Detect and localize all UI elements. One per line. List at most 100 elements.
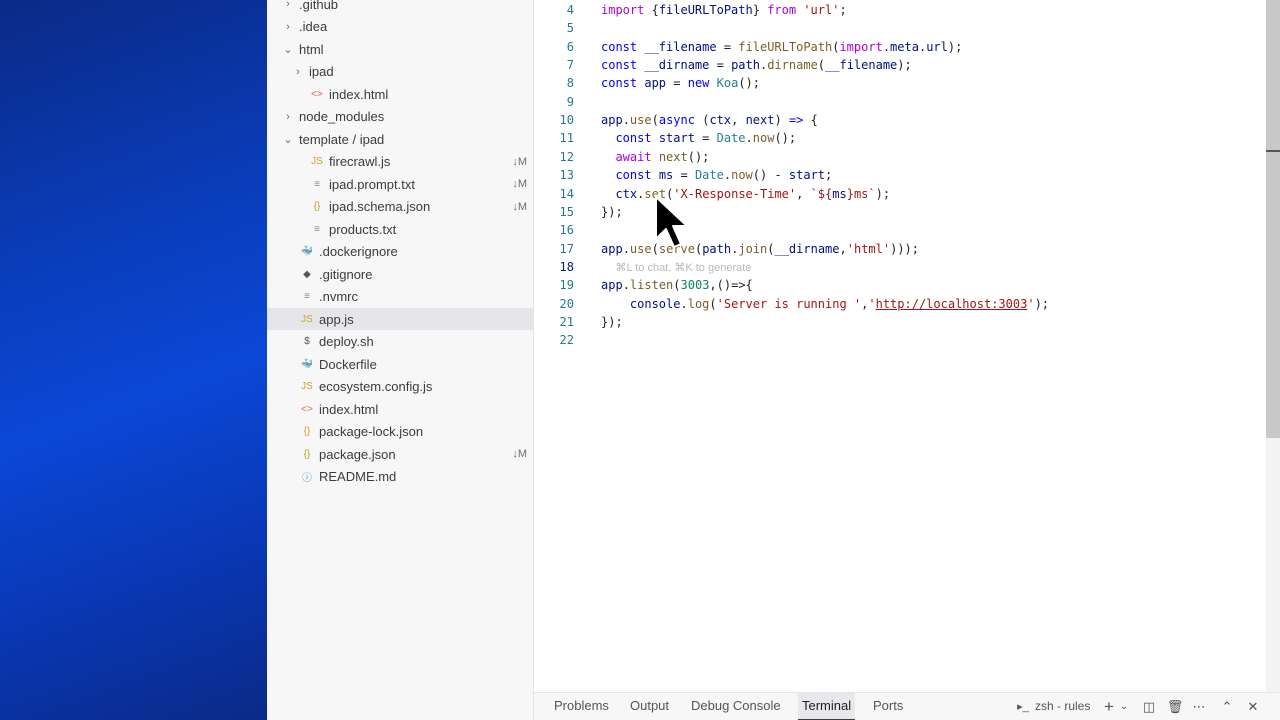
split-terminal-icon[interactable]: ◫ xyxy=(1140,693,1158,720)
close-panel-icon[interactable]: ✕ xyxy=(1244,693,1262,720)
code-token: async xyxy=(658,113,703,128)
line-number: 16 xyxy=(559,223,574,238)
tree-item[interactable]: JS app.js xyxy=(267,308,533,330)
tree-item[interactable]: ≡ ipad.prompt.txt ↓M xyxy=(267,173,533,195)
code-line[interactable]: 19 app.listen(3003,()=>{ xyxy=(534,276,1266,294)
url-link[interactable]: http://localhost:3003 xyxy=(876,297,1028,311)
html-file-icon: <> xyxy=(311,88,323,100)
code-line[interactable]: 10 app.use(async (ctx, next) => { xyxy=(534,111,1266,129)
code-line[interactable]: 18 ⌘L to chat, ⌘K to generate xyxy=(534,258,1266,276)
code-line[interactable]: 8 const app = new Koa(); xyxy=(534,74,1266,92)
code-token: ( xyxy=(651,113,659,128)
tree-item[interactable]: JS firecrawl.js ↓M xyxy=(267,151,533,173)
code-line[interactable]: 12 await next(); xyxy=(534,148,1266,166)
code-token: . xyxy=(622,113,630,128)
code-line[interactable]: 20 console.log('Server is running ','htt… xyxy=(534,295,1266,313)
chevron-right-icon[interactable]: › xyxy=(283,21,293,33)
javascript-file-icon: JS xyxy=(301,313,313,325)
code-line[interactable]: 4 import {fileURLToPath} from 'url'; xyxy=(534,1,1266,19)
tree-item[interactable]: <> index.html xyxy=(267,398,533,420)
code-line[interactable]: 22 xyxy=(534,331,1266,349)
code-line[interactable]: 16 xyxy=(534,221,1266,239)
code-token: __dirname xyxy=(644,58,710,73)
chevron-down-icon[interactable]: ⌄ xyxy=(283,133,293,146)
chevron-down-icon[interactable]: ⌄ xyxy=(1118,693,1130,720)
code-line[interactable]: 6 const __filename = fileURLToPath(import… xyxy=(534,38,1266,56)
code-text: const __filename = fileURLToPath(import.… xyxy=(601,40,962,54)
code-token: app xyxy=(601,113,623,128)
line-number: 9 xyxy=(566,94,574,109)
code-line[interactable]: 7 const __dirname = path.dirname(__filena… xyxy=(534,56,1266,74)
tab-debug-console[interactable]: Debug Console xyxy=(687,693,785,720)
code-text: ⌘L to chat, ⌘K to generate xyxy=(601,260,751,274)
code-token: __filename xyxy=(825,58,898,73)
tree-item[interactable]: ≡ .nvmrc xyxy=(267,286,533,308)
code-token: }); xyxy=(601,314,623,329)
chevron-down-icon[interactable]: ⌄ xyxy=(283,43,293,56)
tab-output[interactable]: Output xyxy=(626,693,673,720)
maximize-panel-chevron-up-icon[interactable]: ⌃ xyxy=(1218,693,1236,720)
code-token: now xyxy=(752,131,775,146)
line-number: 21 xyxy=(559,314,574,329)
code-text: const ms = Date.now() - start; xyxy=(601,168,832,182)
tree-item[interactable]: {} ipad.schema.json ↓M xyxy=(267,196,533,218)
code-token: import xyxy=(601,3,652,17)
line-number: 10 xyxy=(559,113,574,128)
git-status-badge: ↓M xyxy=(512,448,527,460)
code-token: ( xyxy=(709,296,717,311)
code-token: path xyxy=(731,58,760,73)
code-text: const __dirname = path.dirname(__filenam… xyxy=(601,58,912,72)
terminal-icon: ▸_ xyxy=(1017,701,1029,713)
docker-icon: 🐳 xyxy=(300,358,314,370)
tree-item[interactable]: ⌄ template / ipad xyxy=(267,128,533,150)
tab-terminal[interactable]: Terminal xyxy=(798,693,856,720)
code-line[interactable]: 5 xyxy=(534,19,1266,37)
more-actions-icon[interactable]: ⋯ xyxy=(1190,693,1208,720)
tree-item[interactable]: › .idea xyxy=(267,16,533,38)
code-token: Koa xyxy=(716,76,739,91)
code-line[interactable]: 15}); xyxy=(534,203,1266,221)
tree-item[interactable]: ≡ products.txt xyxy=(267,218,533,240)
line-number: 11 xyxy=(559,131,574,146)
terminal-selector[interactable]: zsh - rules xyxy=(1031,693,1094,720)
code-line[interactable]: 13 const ms = Date.now() - start; xyxy=(534,166,1266,184)
tree-item[interactable]: $ deploy.sh xyxy=(267,331,533,353)
tree-item[interactable]: JS ecosystem.config.js xyxy=(267,376,533,398)
tree-item[interactable]: ◆ .gitignore xyxy=(267,263,533,285)
editor-scrollbar-thumb[interactable] xyxy=(1266,0,1280,438)
tree-item[interactable]: › node_modules xyxy=(267,106,533,128)
code-editor[interactable]: 4 import {fileURLToPath} from 'url'; 5 6 con… xyxy=(534,0,1266,692)
tab-problems[interactable]: Problems xyxy=(550,693,613,720)
code-line[interactable]: 9 xyxy=(534,93,1266,111)
tree-item[interactable]: 🐳 Dockerfile xyxy=(267,353,533,375)
code-token: const xyxy=(615,131,659,146)
tree-item[interactable]: {} package.json ↓M xyxy=(267,443,533,465)
code-line[interactable]: 17 app.use(serve(path.join(__dirname,'htm… xyxy=(534,240,1266,258)
tab-ports[interactable]: Ports xyxy=(869,693,907,720)
tree-item-label: package-lock.json xyxy=(319,424,424,439)
tree-item-label: ipad xyxy=(309,64,334,79)
chevron-right-icon[interactable]: › xyxy=(283,111,293,123)
new-terminal-plus-icon[interactable]: + xyxy=(1100,693,1118,720)
code-text: console.log('Server is running ','http:/… xyxy=(601,297,1049,311)
git-status-badge: ↓M xyxy=(512,155,527,168)
chevron-right-icon[interactable]: › xyxy=(293,66,303,78)
code-token: = xyxy=(666,76,688,91)
tree-item[interactable]: › ipad xyxy=(267,61,533,83)
trash-icon[interactable]: 🗑 xyxy=(1166,693,1184,720)
code-token: new xyxy=(687,76,717,91)
tree-item[interactable]: ⓘ README.md xyxy=(267,466,533,488)
code-line[interactable]: 21}); xyxy=(534,313,1266,331)
code-line[interactable]: 11 const start = Date.now(); xyxy=(534,129,1266,147)
code-line[interactable]: 14 ctx.set('X-Response-Time', `${ms}ms`)… xyxy=(534,185,1266,203)
tree-item[interactable]: ⌄ html xyxy=(267,38,533,60)
tree-item[interactable]: {} package-lock.json xyxy=(267,421,533,443)
code-token: next xyxy=(745,113,775,128)
tree-item-label: index.html xyxy=(319,401,379,417)
code-token: use xyxy=(629,113,652,128)
tree-item[interactable]: <> index.html xyxy=(267,83,533,105)
chevron-right-icon[interactable]: › xyxy=(283,0,293,10)
tree-item[interactable]: › .github xyxy=(267,0,533,15)
tree-item-label: .gitignore xyxy=(319,266,373,282)
tree-item[interactable]: 🐳 .dockerignore xyxy=(267,241,533,263)
